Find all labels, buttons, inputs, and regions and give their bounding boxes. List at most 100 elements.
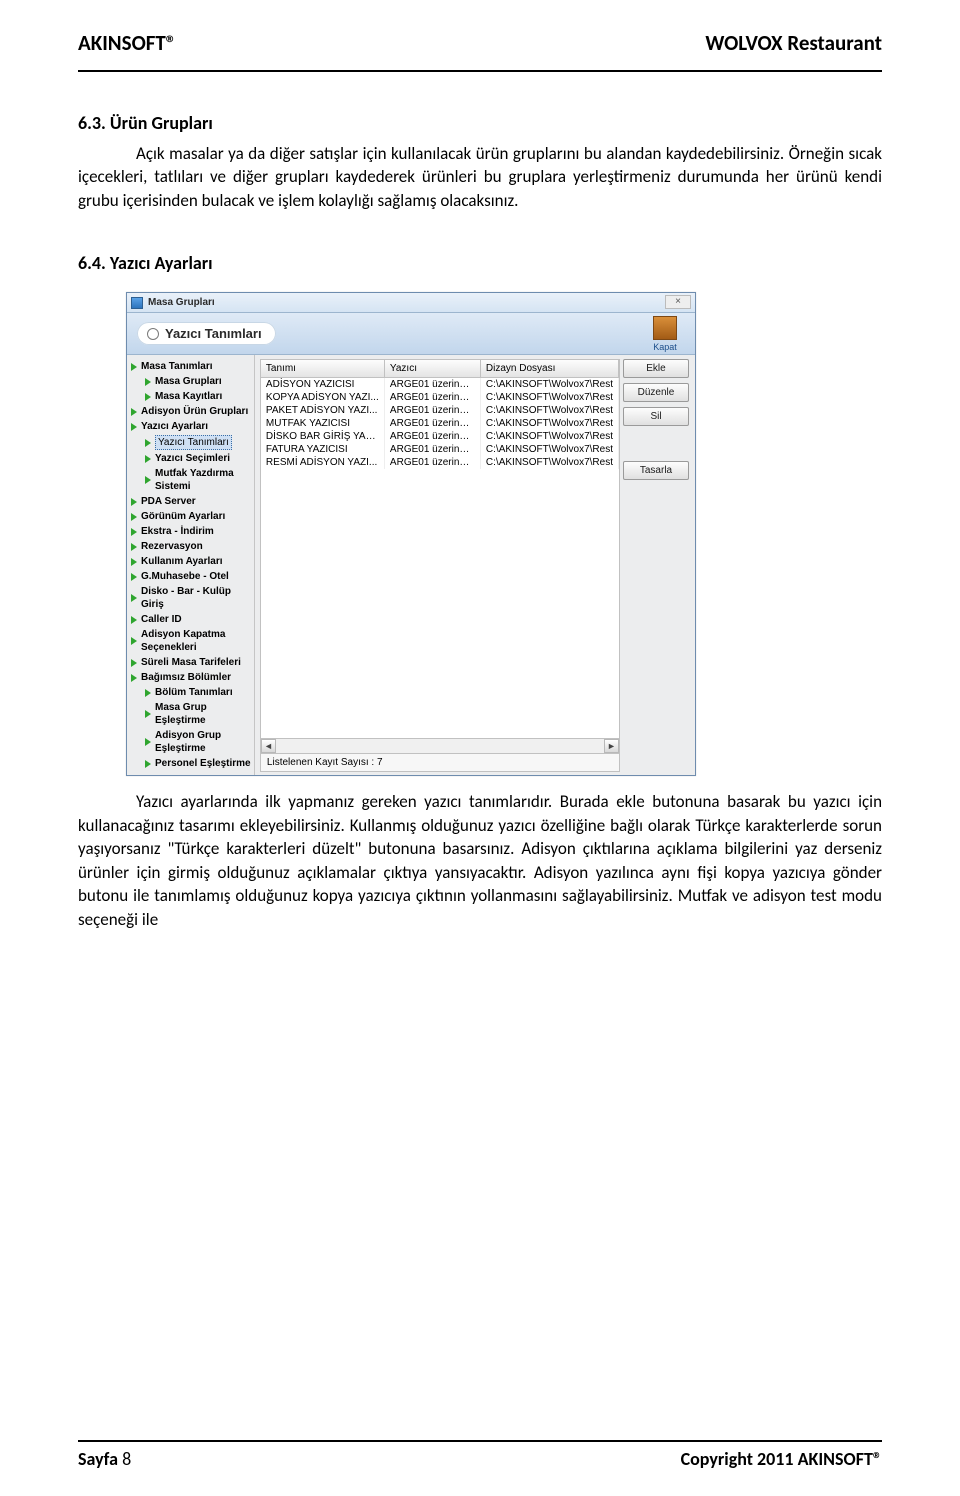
table-cell: C:\AKINSOFT\Wolvox7\Rest [481, 391, 619, 404]
nav-tree[interactable]: Masa TanımlarıMasa GruplarıMasa Kayıtlar… [127, 355, 255, 775]
column-header-printer[interactable]: Yazıcı [385, 360, 481, 377]
tree-node[interactable]: Görünüm Ayarları [131, 509, 252, 524]
tree-arrow-icon [145, 476, 151, 484]
tree-node[interactable]: Personel Eşleştirme [131, 756, 252, 771]
tree-node-label: Bağımsız Bölümler [141, 671, 231, 684]
tree-arrow-icon [145, 760, 151, 768]
delete-button[interactable]: Sil [623, 407, 689, 426]
column-header-name[interactable]: Tanımı [261, 360, 385, 377]
tree-node[interactable]: Masa Grup Eşleştirme [131, 700, 252, 728]
table-cell: PAKET ADİSYON YAZI... [261, 404, 385, 417]
table-row[interactable]: FATURA YAZICISIARGE01 üzerinde ...C:\AKI… [261, 443, 619, 456]
table-row[interactable]: RESMİ ADİSYON YAZI...ARGE01 üzerinde ...… [261, 456, 619, 469]
table-cell: FATURA YAZICISI [261, 443, 385, 456]
tree-arrow-icon [131, 558, 137, 566]
tree-node-label: Caller ID [141, 613, 182, 626]
tree-arrow-icon [145, 455, 151, 463]
horizontal-scrollbar[interactable]: ◄ ► [261, 738, 619, 753]
close-button[interactable]: Kapat [645, 316, 685, 352]
app-window: Masa Grupları × Yazıcı Tanımları Kapat M… [126, 292, 696, 776]
design-button[interactable]: Tasarla [623, 461, 689, 480]
tree-node[interactable]: Masa Kayıtları [131, 389, 252, 404]
product-name: WOLVOX Restaurant [705, 30, 882, 56]
tree-node[interactable]: Mutfak Yazdırma Sistemi [131, 466, 252, 494]
tree-node[interactable]: Yazıcı Ayarları [131, 419, 252, 434]
tree-node[interactable]: Adisyon Grup Eşleştirme [131, 728, 252, 756]
table-row[interactable]: DİSKO BAR GİRİŞ YAZ...ARGE01 üzerinde ..… [261, 430, 619, 443]
app-icon [131, 297, 143, 309]
copyright: Copyright 2011 AKINSOFT® [681, 1448, 882, 1470]
section-6-3-title: 6.3. Ürün Grupları [78, 112, 882, 134]
tree-node[interactable]: G.Muhasebe - Otel [131, 569, 252, 584]
tree-node[interactable]: Bağımsız Bölümler [131, 670, 252, 685]
tree-node[interactable]: Masa Grupları [131, 374, 252, 389]
grid-footer: Listelenen Kayıt Sayısı : 7 [261, 753, 619, 771]
table-cell: ARGE01 üzerinde ... [385, 430, 481, 443]
footer-rule [78, 1440, 882, 1442]
table-cell: ARGE01 üzerinde ... [385, 404, 481, 417]
close-icon[interactable]: × [665, 295, 691, 309]
column-header-design-file[interactable]: Dizayn Dosyası [481, 360, 619, 377]
tree-arrow-icon [131, 659, 137, 667]
tree-arrow-icon [145, 689, 151, 697]
table-cell: ADİSYON YAZICISI [261, 378, 385, 391]
tree-arrow-icon [131, 616, 137, 624]
door-icon [653, 316, 677, 340]
tree-node[interactable]: Yazıcı Tanımları [131, 434, 252, 451]
tree-node[interactable]: Ekstra - İndirim [131, 524, 252, 539]
tree-node-label: Ekstra - İndirim [141, 525, 214, 538]
tree-node[interactable]: Yazıcı Seçimleri [131, 451, 252, 466]
tree-node-label: PDA Server [141, 495, 196, 508]
tree-node-label: Rezervasyon [141, 540, 203, 553]
tree-node-label: Masa Tanımları [141, 360, 213, 373]
tree-node[interactable]: Masa Tanımları [131, 359, 252, 374]
header-rule [78, 70, 882, 72]
add-button[interactable]: Ekle [623, 359, 689, 378]
table-row[interactable]: KOPYA ADİSYON YAZI...ARGE01 üzerinde ...… [261, 391, 619, 404]
tree-arrow-icon [131, 363, 137, 371]
titlebar[interactable]: Masa Grupları × [127, 293, 695, 313]
section-pill: Yazıcı Tanımları [137, 322, 276, 345]
tree-node-label: Masa Kayıtları [155, 390, 222, 403]
tree-node-label: Süreli Masa Tarifeleri [141, 656, 241, 669]
table-cell: MUTFAK YAZICISI [261, 417, 385, 430]
tree-arrow-icon [131, 543, 137, 551]
tree-node-label: Adisyon Ürün Grupları [141, 405, 248, 418]
tree-node-label: Yazıcı Ayarları [141, 420, 208, 433]
scroll-right-icon[interactable]: ► [604, 739, 619, 753]
pill-label: Yazıcı Tanımları [165, 326, 262, 341]
tree-node[interactable]: Adisyon Kapatma Seçenekleri [131, 627, 252, 655]
scroll-left-icon[interactable]: ◄ [261, 739, 276, 753]
table-cell: C:\AKINSOFT\Wolvox7\Rest [481, 378, 619, 391]
tree-arrow-icon [131, 513, 137, 521]
data-grid[interactable]: Tanımı Yazıcı Dizayn Dosyası ADİSYON YAZ… [260, 359, 620, 772]
tree-node[interactable]: Kullanım Ayarları [131, 554, 252, 569]
tree-node-label: Bölüm Tanımları [155, 686, 233, 699]
table-row[interactable]: MUTFAK YAZICISIARGE01 üzerinde ...C:\AKI… [261, 417, 619, 430]
edit-button[interactable]: Düzenle [623, 383, 689, 402]
table-cell: C:\AKINSOFT\Wolvox7\Rest [481, 430, 619, 443]
tree-node[interactable]: Caller ID [131, 612, 252, 627]
tree-node-label: G.Muhasebe - Otel [141, 570, 229, 583]
tree-node[interactable]: Süreli Masa Tarifeleri [131, 655, 252, 670]
table-cell: RESMİ ADİSYON YAZI... [261, 456, 385, 469]
tree-node[interactable]: Disko - Bar - Kulüp Giriş [131, 584, 252, 612]
table-cell: C:\AKINSOFT\Wolvox7\Rest [481, 404, 619, 417]
tree-node[interactable]: Rezervasyon [131, 539, 252, 554]
tree-arrow-icon [131, 423, 137, 431]
table-cell: ARGE01 üzerinde ... [385, 378, 481, 391]
table-cell: ARGE01 üzerinde ... [385, 417, 481, 430]
tree-arrow-icon [131, 498, 137, 506]
tree-node[interactable]: PDA Server [131, 494, 252, 509]
tree-arrow-icon [131, 528, 137, 536]
section-6-3-paragraph: Açık masalar ya da diğer satışlar için k… [78, 142, 882, 212]
table-row[interactable]: PAKET ADİSYON YAZI...ARGE01 üzerinde ...… [261, 404, 619, 417]
tree-node[interactable]: Adisyon Ürün Grupları [131, 404, 252, 419]
section-6-4-paragraph: Yazıcı ayarlarında ilk yapmanız gereken … [78, 790, 882, 931]
tree-arrow-icon [131, 594, 137, 602]
tree-arrow-icon [145, 738, 151, 746]
table-row[interactable]: ADİSYON YAZICISIARGE01 üzerinde ...C:\AK… [261, 378, 619, 391]
tree-arrow-icon [131, 408, 137, 416]
tree-arrow-icon [131, 674, 137, 682]
tree-node[interactable]: Bölüm Tanımları [131, 685, 252, 700]
